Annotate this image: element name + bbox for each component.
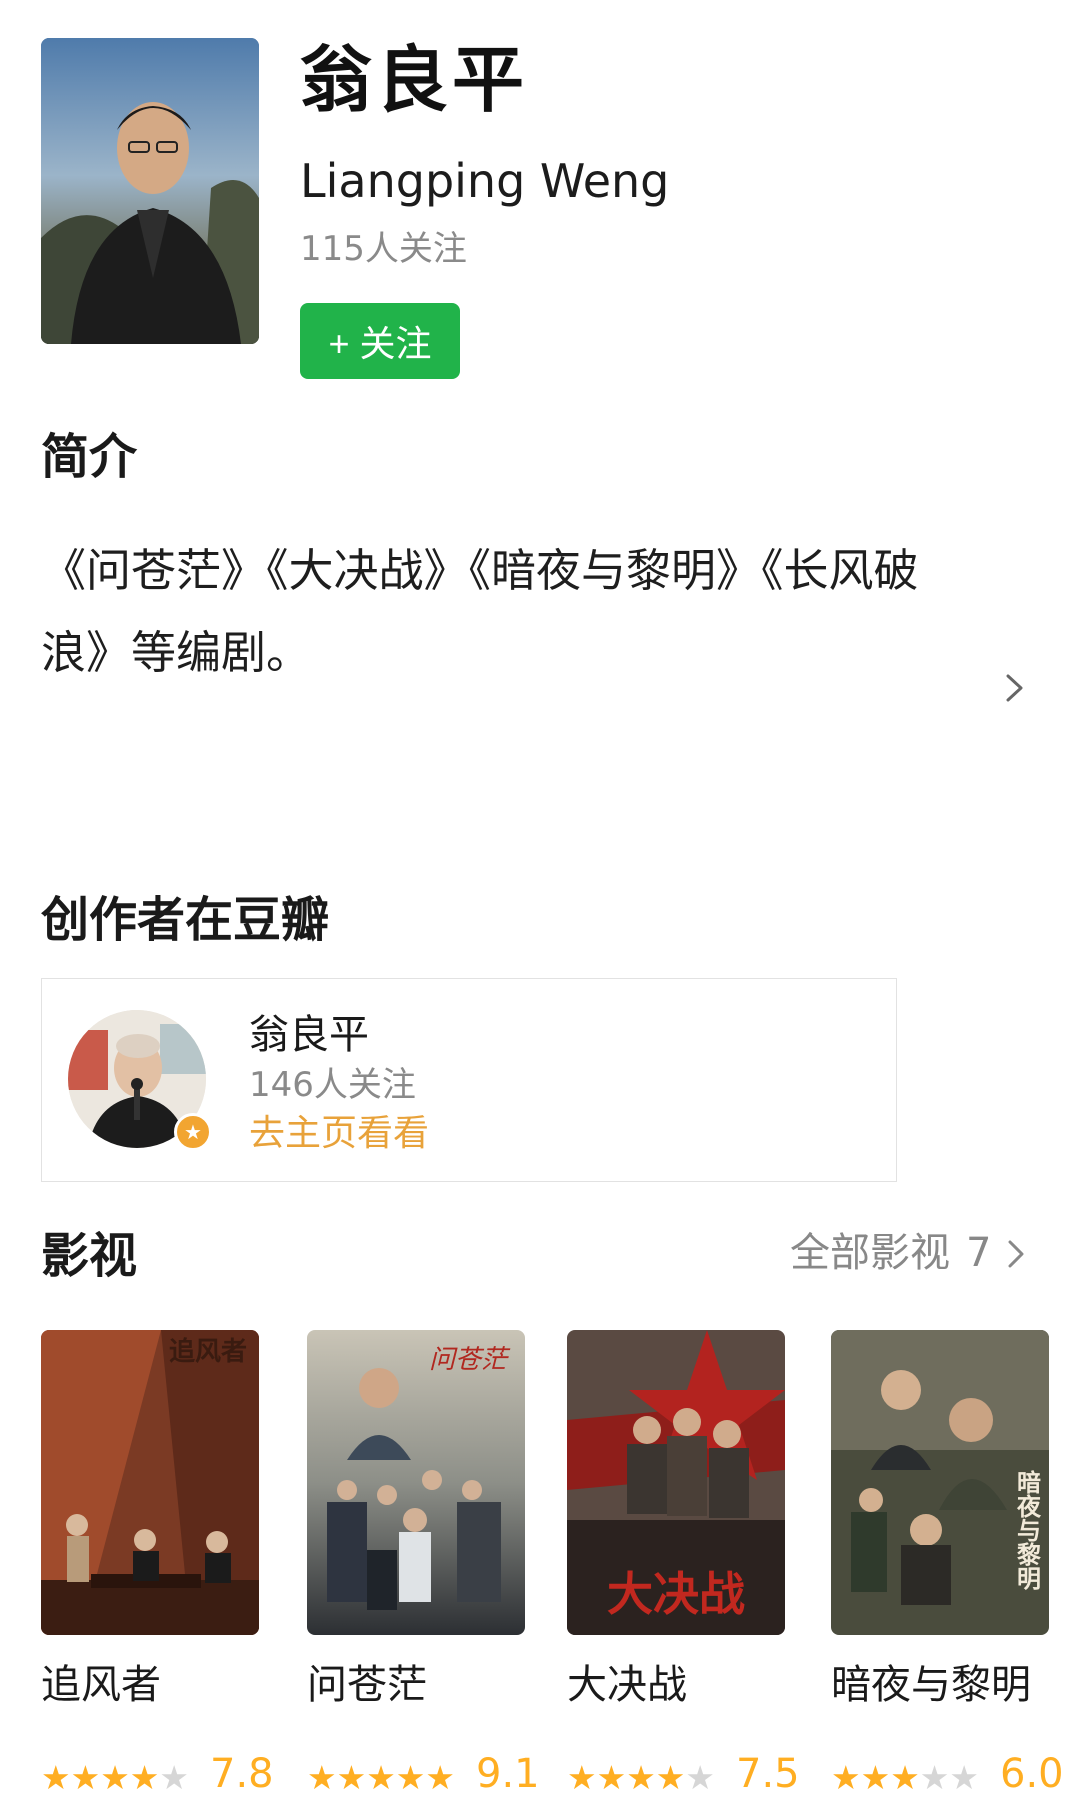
star-icon: ★ bbox=[366, 1758, 396, 1797]
rating-stars: ★★★★★ bbox=[831, 1760, 979, 1796]
rating-stars: ★★★★★ bbox=[307, 1760, 455, 1796]
verified-badge-icon: ★ bbox=[174, 1113, 212, 1151]
intro-text: 《问苍茫》《大决战》《暗夜与黎明》《长风破浪》等编剧。 bbox=[41, 544, 919, 679]
creator-follower-count: 146人关注 bbox=[249, 1065, 416, 1105]
work-poster[interactable]: 追风者 bbox=[41, 1330, 259, 1635]
rating-stars: ★★★★★ bbox=[41, 1760, 189, 1796]
all-works-link[interactable]: 全部影视 bbox=[790, 1233, 950, 1273]
star-icon: ★ bbox=[890, 1758, 920, 1797]
work-title[interactable]: 问苍茫 bbox=[307, 1665, 427, 1705]
rating-score: 7.8 bbox=[210, 1751, 274, 1797]
creator-homepage-link[interactable]: 去主页看看 bbox=[249, 1116, 429, 1152]
work-title[interactable]: 追风者 bbox=[41, 1665, 161, 1705]
poster-title-text: 追风者 bbox=[169, 1336, 247, 1367]
poster-title-text: 问苍茫 bbox=[429, 1345, 511, 1375]
star-icon: ★ bbox=[626, 1758, 656, 1797]
star-icon: ★ bbox=[655, 1758, 686, 1797]
star-icon: ★ bbox=[919, 1758, 950, 1797]
poster-title-text: 暗夜与黎明 bbox=[1013, 1469, 1042, 1591]
work-title[interactable]: 大决战 bbox=[567, 1665, 687, 1705]
chevron-right-icon[interactable] bbox=[1006, 1236, 1026, 1272]
star-icon: ★ bbox=[159, 1758, 189, 1797]
creator-section-heading: 创作者在豆瓣 bbox=[41, 892, 330, 948]
star-icon: ★ bbox=[307, 1758, 337, 1797]
poster-title-text: 大决战 bbox=[607, 1567, 745, 1621]
star-icon: ★ bbox=[949, 1758, 979, 1797]
star-icon: ★ bbox=[395, 1758, 426, 1797]
star-icon: ★ bbox=[860, 1758, 891, 1797]
work-title[interactable]: 暗夜与黎明 bbox=[831, 1665, 1031, 1705]
star-icon: ★ bbox=[41, 1758, 71, 1797]
star-icon: ★ bbox=[70, 1758, 101, 1797]
star-icon: ★ bbox=[567, 1758, 597, 1797]
star-icon: ★ bbox=[129, 1758, 160, 1797]
rating-score: 6.0 bbox=[1000, 1751, 1064, 1797]
chevron-right-icon[interactable] bbox=[1003, 670, 1027, 706]
work-poster[interactable]: 问苍茫 bbox=[307, 1330, 525, 1635]
profile-photo[interactable] bbox=[41, 38, 259, 344]
follow-button[interactable]: + 关注 bbox=[300, 303, 460, 379]
star-icon: ★ bbox=[831, 1758, 861, 1797]
rating-score: 7.5 bbox=[736, 1751, 800, 1797]
work-poster[interactable]: 暗夜与黎明 bbox=[831, 1330, 1049, 1635]
work-poster[interactable]: 大决战 bbox=[567, 1330, 785, 1635]
profile-name-cn: 翁良平 bbox=[300, 38, 529, 122]
star-icon: ★ bbox=[100, 1758, 130, 1797]
profile-name-en: Liangping Weng bbox=[300, 154, 670, 208]
works-count: 7 bbox=[966, 1230, 992, 1276]
profile-follower-count: 115人关注 bbox=[300, 229, 467, 269]
star-icon: ★ bbox=[685, 1758, 715, 1797]
creator-name: 翁良平 bbox=[249, 1012, 369, 1058]
rating-stars: ★★★★★ bbox=[567, 1760, 715, 1796]
rating-score: 9.1 bbox=[476, 1751, 540, 1797]
intro-heading: 简介 bbox=[41, 429, 138, 485]
star-icon: ★ bbox=[596, 1758, 627, 1797]
works-heading: 影视 bbox=[41, 1228, 138, 1284]
star-icon: ★ bbox=[336, 1758, 367, 1797]
star-icon: ★ bbox=[425, 1758, 455, 1797]
